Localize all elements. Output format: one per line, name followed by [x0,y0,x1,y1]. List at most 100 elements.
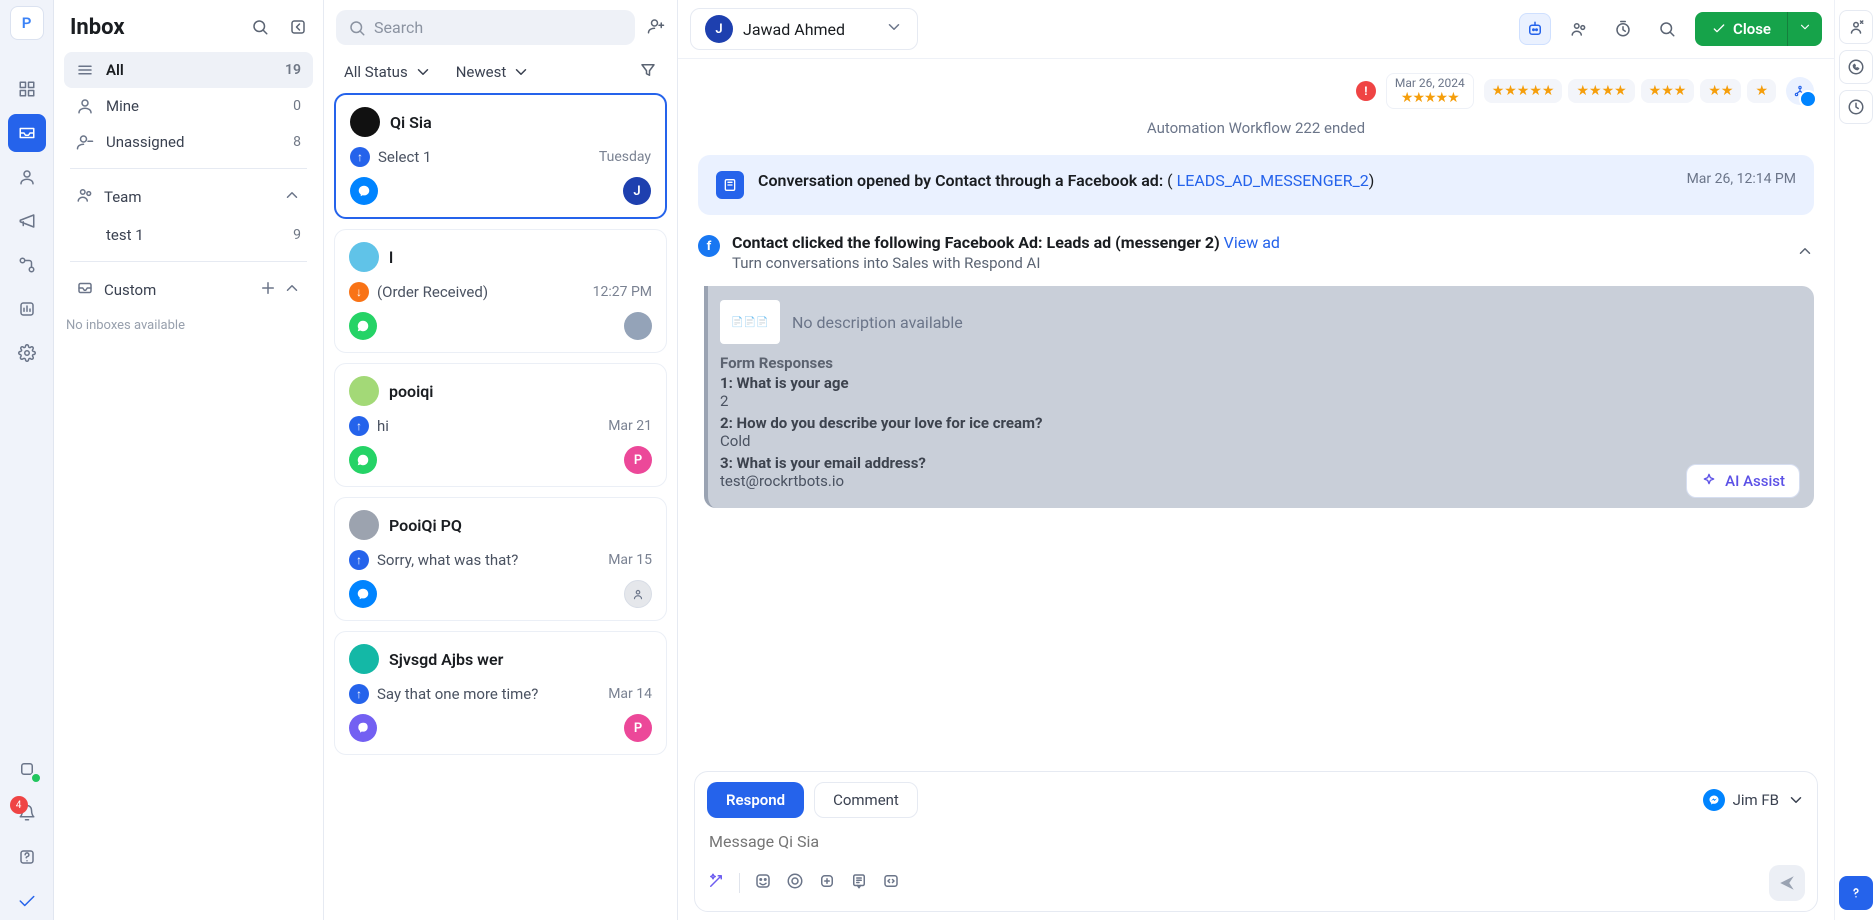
contact-selector[interactable]: J Jawad Ahmed [690,8,918,50]
respond-tab[interactable]: Respond [707,782,804,818]
ad-body: 📄📄📄 No description available Form Respon… [704,286,1814,508]
conversation-card[interactable]: Qi Sia↑Select 1TuesdayJ [334,93,667,219]
chevron-up-icon [283,186,301,208]
channel-icon [349,580,377,608]
assignee-avatar: J [623,177,651,205]
contact-name: PooiQi PQ [389,516,462,535]
filter-sort[interactable]: Newest [456,63,531,81]
bot-icon[interactable] [1519,13,1551,45]
chevron-up-icon[interactable] [283,279,301,301]
ad-link[interactable]: LEADS_AD_MESSENGER_2 [1177,171,1369,190]
assignee-avatar: P [624,714,652,742]
contact-name: Qi Sia [390,113,432,132]
notifications-icon[interactable]: 4 [8,794,46,832]
plus-icon[interactable] [259,279,277,301]
stack-icon [76,61,96,79]
message-composer: Respond Comment Jim FB [694,771,1818,912]
form-question: 2: How do you describe your love for ice… [720,414,1798,432]
team-section[interactable]: Team [64,177,313,217]
conversation-card[interactable]: pooiqi↑hiMar 21P [334,363,667,487]
warning-icon[interactable]: ! [1356,81,1376,101]
close-dropdown[interactable] [1787,12,1822,46]
filter-icon[interactable] [639,61,657,83]
messenger-icon [1703,789,1725,811]
direction-icon: ↑ [350,147,370,167]
chevron-down-icon [414,63,432,81]
whatsapp-icon[interactable] [1839,50,1873,84]
snippet-icon[interactable] [850,872,868,894]
user-minus-icon [76,133,96,151]
event-time: Mar 26, 12:14 PM [1687,171,1796,199]
chevron-down-icon [1787,791,1805,809]
form-answer: Cold [720,432,1798,450]
attachment-icon[interactable] [786,872,804,894]
presence-icon[interactable] [8,750,46,788]
nav-rail: P 4 [0,0,54,920]
system-message: Automation Workflow 222 ended [698,119,1814,137]
workflow-icon[interactable] [8,246,46,284]
search-input[interactable]: Search [336,10,635,45]
contact-sidebar-icon[interactable] [1839,10,1873,44]
ai-assist-button[interactable]: AI Assist [1686,464,1800,498]
broadcast-icon[interactable] [8,202,46,240]
magic-icon[interactable] [707,872,725,894]
filter-status[interactable]: All Status [344,63,432,81]
emoji-icon[interactable] [754,872,772,894]
message-preview: hi [377,417,389,435]
avatar [349,510,379,540]
timestamp: Mar 14 [608,686,652,702]
comment-tab[interactable]: Comment [814,782,918,818]
note-icon [716,171,744,199]
inbox-title: Inbox [64,15,125,40]
channel-icon [350,177,378,205]
form-answer: 2 [720,392,1798,410]
dashboard-icon[interactable] [8,70,46,108]
empty-message: No inboxes available [64,310,313,341]
timestamp: Mar 15 [608,552,652,568]
settings-icon[interactable] [8,334,46,372]
inbox-icon[interactable] [8,114,46,152]
filter-unassigned[interactable]: Unassigned 8 [64,124,313,160]
collapse-icon[interactable] [1796,242,1814,264]
workflow-icon[interactable] [1786,77,1814,105]
collapse-icon[interactable] [283,12,313,42]
assignee-avatar [624,312,652,340]
code-icon[interactable] [882,872,900,894]
contact-name: l [389,248,393,267]
team-item[interactable]: test 1 9 [64,217,313,253]
assign-icon[interactable] [1563,13,1595,45]
snooze-icon[interactable] [1607,13,1639,45]
channel-icon [349,446,377,474]
voice-icon[interactable] [818,872,836,894]
form-answer: test@rockrtbots.io [720,472,1798,490]
custom-section[interactable]: Custom [64,270,313,310]
filter-all[interactable]: All 19 [64,52,313,88]
filter-mine[interactable]: Mine 0 [64,88,313,124]
contact-name: pooiqi [389,382,433,401]
search-conversation-icon[interactable] [1651,13,1683,45]
timestamp: 12:27 PM [593,284,652,300]
send-button[interactable] [1769,865,1805,901]
close-button[interactable]: Close [1695,12,1787,46]
channel-selector[interactable]: Jim FB [1703,789,1805,811]
add-contact-icon[interactable] [647,17,665,39]
help-icon[interactable] [8,838,46,876]
channel-icon [349,714,377,742]
search-icon[interactable] [245,12,275,42]
avatar [349,644,379,674]
contacts-icon[interactable] [8,158,46,196]
history-icon[interactable] [1839,90,1873,124]
date-rating: Mar 26, 2024 ★★★★★ [1386,73,1474,109]
conversation-card[interactable]: Sjvsgd Ajbs wer↑Say that one more time?M… [334,631,667,755]
message-input[interactable] [707,818,1805,865]
conversation-card[interactable]: PooiQi PQ↑Sorry, what was that?Mar 15 [334,497,667,621]
assignee-avatar: P [624,446,652,474]
conversation-card[interactable]: l↓(Order Received)12:27 PM [334,229,667,353]
assignee-avatar [624,580,652,608]
chevron-down-icon [885,18,903,40]
view-ad-link[interactable]: View ad [1224,233,1280,252]
org-avatar[interactable]: P [10,6,44,40]
reports-icon[interactable] [8,290,46,328]
facebook-icon: f [698,235,720,257]
help-button[interactable] [1839,876,1873,910]
